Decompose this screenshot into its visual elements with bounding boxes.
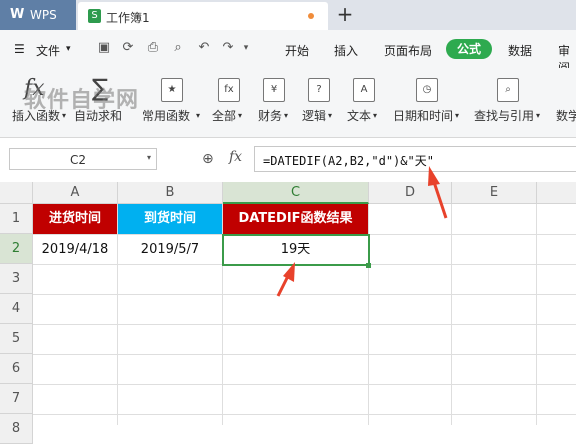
annotation-arrows bbox=[276, 166, 448, 297]
annotation-arrow-formula bbox=[428, 166, 448, 219]
annotation-arrow-result bbox=[276, 262, 295, 297]
